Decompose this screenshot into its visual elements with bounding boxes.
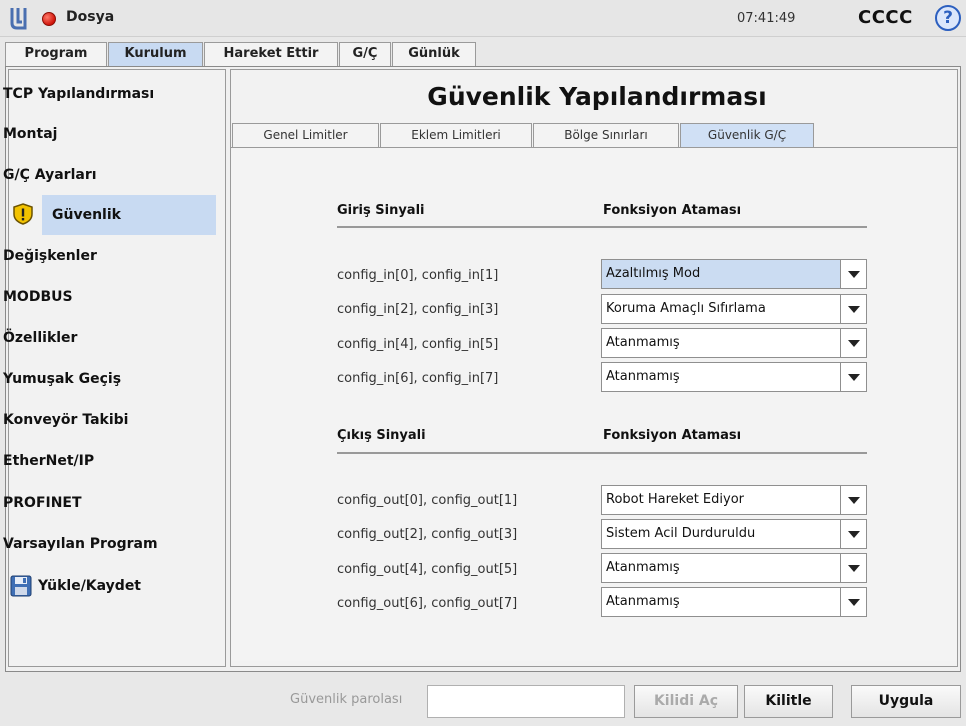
chevron-down-icon[interactable] [840, 329, 866, 357]
clock: 07:41:49 [737, 11, 796, 26]
chevron-down-icon[interactable] [840, 520, 866, 548]
floppy-disk-icon [10, 575, 32, 597]
sidebar-item-label: EtherNet/IP [3, 453, 95, 469]
input-function-dropdown[interactable]: Azaltılmış Mod [601, 259, 867, 289]
chevron-down-icon[interactable] [840, 295, 866, 323]
output-signal-label: config_out[4], config_out[5] [337, 562, 518, 577]
sidebar-item-io-settings[interactable]: G/Ç Ayarları [1, 155, 216, 195]
tab-hareket-ettir[interactable]: Hareket Ettir [204, 42, 338, 66]
output-function-dropdown[interactable]: Robot Hareket Ediyor [601, 485, 867, 515]
tab-program[interactable]: Program [5, 42, 107, 66]
sidebar-item-label: Özellikler [3, 330, 78, 346]
output-function-dropdown[interactable]: Atanmamış [601, 587, 867, 617]
page-title: Güvenlik Yapılandırması [427, 82, 767, 111]
dropdown-value: Atanmamış [606, 594, 680, 609]
sidebar-item-label: Konveyör Takibi [3, 412, 129, 428]
sidebar-item-guvenlik[interactable]: Güvenlik [42, 195, 216, 235]
tab-io[interactable]: G/Ç [339, 42, 391, 66]
chevron-down-icon[interactable] [840, 260, 866, 288]
chevron-down-icon[interactable] [840, 588, 866, 616]
output-function-header: Fonksiyon Ataması [603, 428, 742, 443]
output-function-dropdown[interactable]: Atanmamış [601, 553, 867, 583]
dropdown-value: Sistem Acil Durduruldu [606, 526, 756, 541]
dropdown-value: Atanmamış [606, 560, 680, 575]
sidebar-item-label: Değişkenler [3, 248, 97, 264]
output-signal-label: config_out[6], config_out[7] [337, 596, 518, 611]
sidebar-item-tcp[interactable]: TCP Yapılandırması [1, 74, 216, 114]
input-function-header: Fonksiyon Ataması [603, 203, 742, 218]
input-signal-header: Giriş Sinyali [337, 203, 425, 218]
sidebar-item-label: G/Ç Ayarları [3, 167, 97, 183]
dropdown-value: Atanmamış [606, 369, 680, 384]
sidebar-item-default-program[interactable]: Varsayılan Program [1, 524, 216, 564]
input-function-dropdown[interactable]: Atanmamış [601, 328, 867, 358]
output-function-dropdown[interactable]: Sistem Acil Durduruldu [601, 519, 867, 549]
file-menu[interactable]: Dosya [66, 9, 114, 25]
tab-general-limits[interactable]: Genel Limitler [232, 123, 379, 147]
dropdown-value: Atanmamış [606, 335, 680, 350]
sidebar-item-label: Güvenlik [52, 207, 121, 223]
help-icon[interactable]: ? [935, 5, 961, 31]
safety-password-input[interactable] [427, 685, 625, 718]
divider [337, 452, 867, 454]
sidebar-item-features[interactable]: Özellikler [1, 318, 216, 358]
lock-button[interactable]: Kilitle [744, 685, 833, 718]
tab-boundaries[interactable]: Bölge Sınırları [533, 123, 679, 147]
title-bar: Dosya 07:41:49 CCCC ? [0, 0, 966, 37]
tab-gunluk[interactable]: Günlük [392, 42, 476, 66]
robot-status-icon[interactable] [42, 12, 56, 26]
chevron-down-icon[interactable] [840, 363, 866, 391]
ur-logo-icon [10, 8, 27, 30]
sidebar-item-smooth-transition[interactable]: Yumuşak Geçiş [1, 359, 216, 399]
sidebar-item-profinet[interactable]: PROFINET [1, 483, 216, 523]
robot-name: CCCC [858, 7, 913, 28]
tab-joint-limits[interactable]: Eklem Limitleri [380, 123, 532, 147]
safety-io-panel [231, 147, 957, 661]
sidebar-item-variables[interactable]: Değişkenler [1, 236, 216, 276]
sidebar-item-label: MODBUS [3, 289, 73, 305]
sidebar-item-modbus[interactable]: MODBUS [1, 277, 216, 317]
input-signal-label: config_in[0], config_in[1] [337, 268, 499, 283]
divider [337, 226, 867, 228]
input-signal-label: config_in[4], config_in[5] [337, 337, 499, 352]
sidebar-item-label: Montaj [3, 126, 58, 142]
output-signal-label: config_out[0], config_out[1] [337, 493, 518, 508]
sidebar-item-label: TCP Yapılandırması [3, 86, 155, 102]
sidebar-item-label: Yükle/Kaydet [38, 578, 142, 594]
input-signal-label: config_in[2], config_in[3] [337, 302, 499, 317]
dropdown-value: Koruma Amaçlı Sıfırlama [606, 301, 766, 316]
sidebar-item-label: PROFINET [3, 495, 82, 511]
sidebar-item-ethernet-ip[interactable]: EtherNet/IP [1, 441, 216, 481]
input-signal-label: config_in[6], config_in[7] [337, 371, 499, 386]
input-function-dropdown[interactable]: Atanmamış [601, 362, 867, 392]
sidebar-item-label: Yumuşak Geçiş [3, 371, 122, 387]
warning-shield-icon [13, 203, 33, 225]
apply-button[interactable]: Uygula [851, 685, 961, 718]
sidebar-item-conveyor[interactable]: Konveyör Takibi [1, 400, 216, 440]
sidebar-item-load-save[interactable]: Yükle/Kaydet [36, 566, 216, 606]
dropdown-value: Azaltılmış Mod [606, 266, 701, 281]
tab-kurulum[interactable]: Kurulum [108, 42, 203, 66]
safety-password-label: Güvenlik parolası [290, 692, 403, 707]
output-signal-label: config_out[2], config_out[3] [337, 527, 518, 542]
chevron-down-icon[interactable] [840, 486, 866, 514]
sidebar-item-label: Varsayılan Program [3, 536, 158, 552]
sidebar-item-montaj[interactable]: Montaj [1, 114, 216, 154]
dropdown-value: Robot Hareket Ediyor [606, 492, 744, 507]
tab-safety-io[interactable]: Güvenlik G/Ç [680, 123, 814, 147]
chevron-down-icon[interactable] [840, 554, 866, 582]
unlock-button[interactable]: Kilidi Aç [634, 685, 738, 718]
input-function-dropdown[interactable]: Koruma Amaçlı Sıfırlama [601, 294, 867, 324]
output-signal-header: Çıkış Sinyali [337, 428, 426, 443]
